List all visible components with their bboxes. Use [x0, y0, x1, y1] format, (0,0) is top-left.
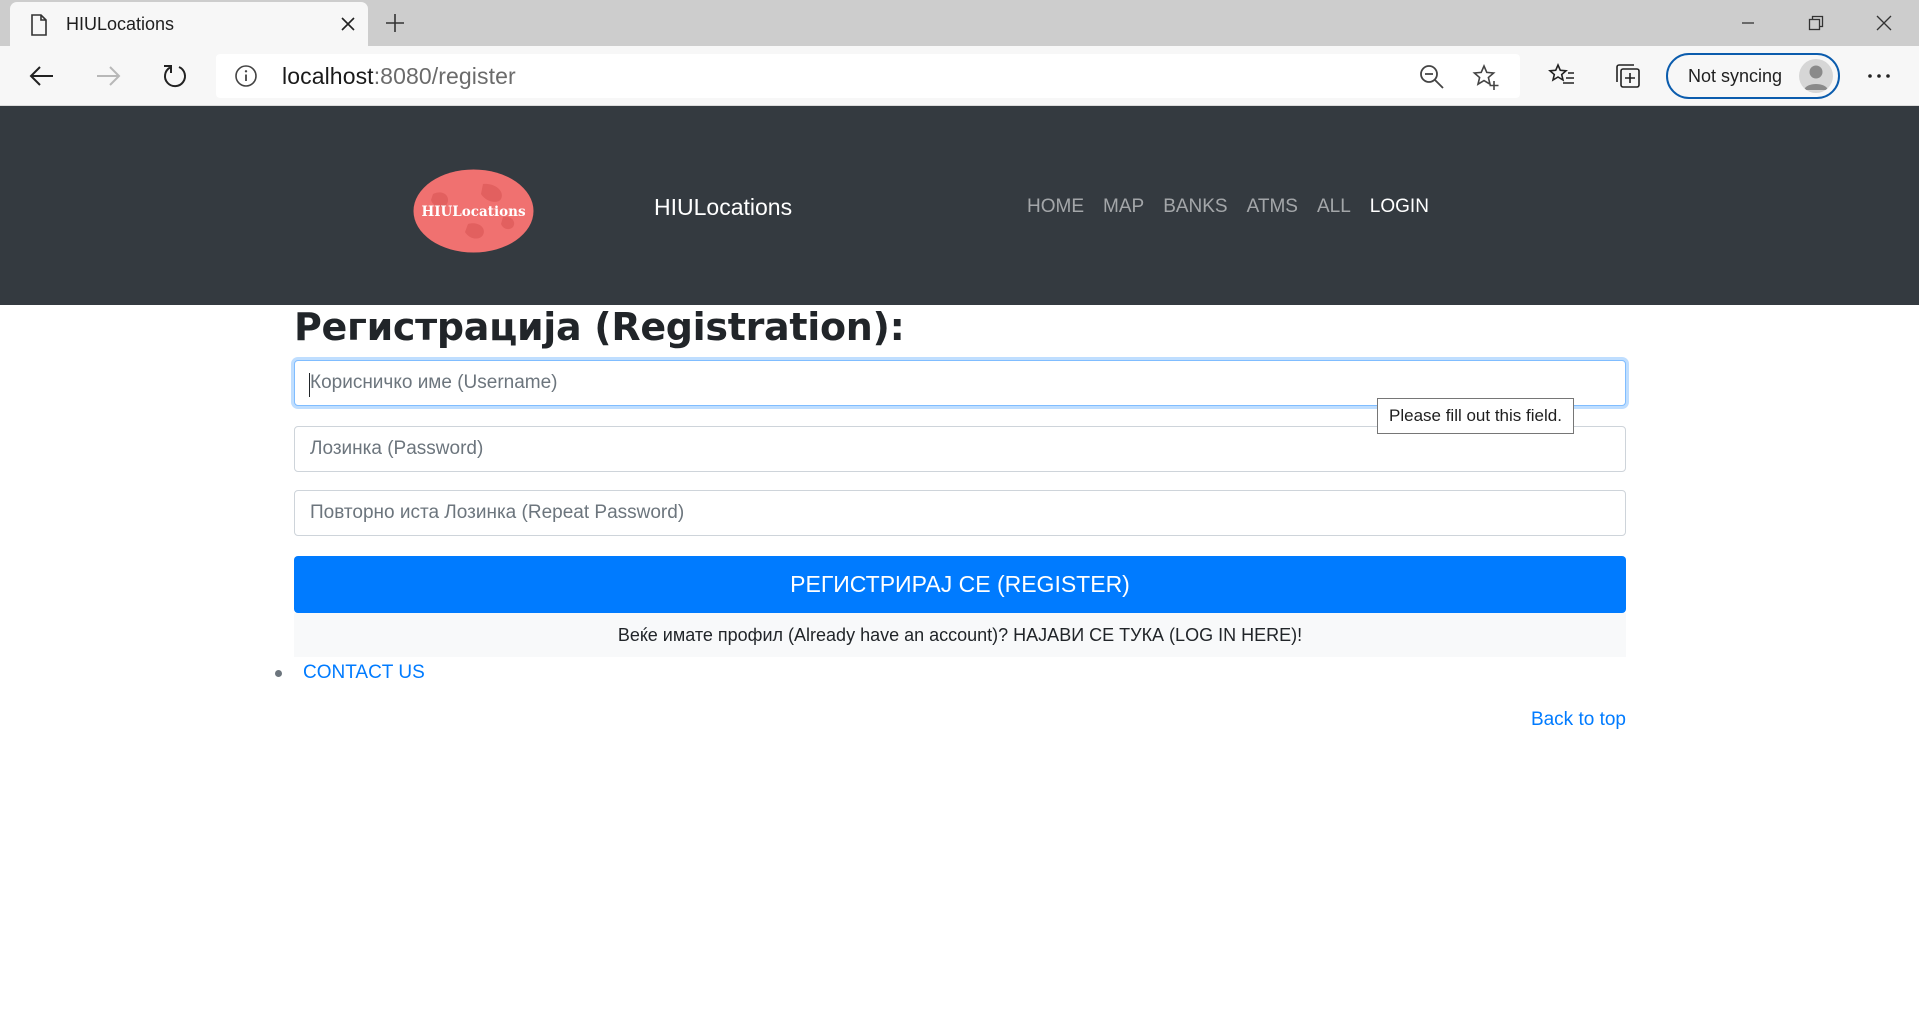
profile-sync-button[interactable]: Not syncing: [1666, 53, 1840, 99]
restore-icon: [1808, 15, 1824, 31]
main-nav: HOME MAP BANKS ATMS ALL LOGIN: [1027, 196, 1448, 218]
globe-logo[interactable]: HIULocations: [413, 169, 534, 253]
favorites-list-icon: [1548, 62, 1574, 84]
url-text[interactable]: localhost:8080/register: [282, 63, 516, 90]
close-icon: [341, 17, 355, 31]
back-button[interactable]: [22, 56, 62, 96]
register-button[interactable]: РЕГИСТРИРАЈ СЕ (REGISTER): [294, 556, 1626, 613]
page-title: Регистрација (Registration):: [294, 305, 905, 349]
list-bullet: [275, 670, 282, 677]
contact-us-link[interactable]: CONTACT US: [303, 662, 425, 684]
url-path: :8080/register: [373, 63, 516, 89]
sync-status-label: Not syncing: [1688, 66, 1783, 86]
tab-title: HIULocations: [66, 14, 175, 34]
back-to-top-link[interactable]: Back to top: [1531, 709, 1626, 731]
profile-avatar-icon: [1799, 59, 1833, 93]
minimize-button[interactable]: [1715, 0, 1781, 46]
more-options-button[interactable]: [1859, 56, 1899, 96]
site-header: HIULocations HIULocations HOME MAP BANKS…: [0, 106, 1919, 305]
nav-map[interactable]: MAP: [1103, 196, 1144, 218]
browser-tabstrip: HIULocations: [0, 0, 1919, 46]
window-close-button[interactable]: [1851, 0, 1917, 46]
back-arrow-icon: [29, 66, 53, 86]
validation-tooltip: Please fill out this field.: [1377, 398, 1574, 434]
nav-home[interactable]: HOME: [1027, 196, 1084, 218]
nav-all[interactable]: ALL: [1317, 196, 1351, 218]
browser-toolbar: localhost:8080/register Not syncing: [0, 46, 1919, 106]
close-icon: [1876, 15, 1892, 31]
new-tab-button[interactable]: [378, 6, 412, 40]
login-prompt[interactable]: Веќе имате профил (Already have an accou…: [294, 613, 1626, 657]
more-dots-icon: [1868, 74, 1890, 78]
star-add-icon[interactable]: [1472, 63, 1500, 91]
refresh-button[interactable]: [154, 56, 194, 96]
info-icon[interactable]: [234, 64, 258, 88]
page-icon: [31, 14, 47, 36]
favorites-button[interactable]: [1542, 56, 1582, 96]
logo-text: HIULocations: [421, 204, 525, 220]
text-caret: [309, 373, 310, 397]
forward-arrow-icon: [97, 66, 121, 86]
restore-button[interactable]: [1783, 0, 1849, 46]
address-bar[interactable]: localhost:8080/register: [216, 54, 1520, 98]
minimize-icon: [1742, 22, 1754, 24]
forward-button[interactable]: [88, 56, 128, 96]
collections-button[interactable]: [1608, 56, 1648, 96]
tab-close-button[interactable]: [332, 8, 364, 40]
nav-atms[interactable]: ATMS: [1247, 196, 1298, 218]
plus-icon: [386, 14, 404, 32]
nav-login[interactable]: LOGIN: [1370, 196, 1429, 218]
url-host: localhost: [282, 63, 374, 89]
collections-icon: [1616, 64, 1640, 88]
refresh-icon: [164, 65, 186, 88]
nav-banks[interactable]: BANKS: [1163, 196, 1227, 218]
browser-tab[interactable]: HIULocations: [10, 2, 368, 46]
zoom-out-icon[interactable]: [1418, 63, 1446, 91]
repeat-password-input[interactable]: [294, 490, 1626, 536]
brand-name[interactable]: HIULocations: [654, 194, 792, 221]
